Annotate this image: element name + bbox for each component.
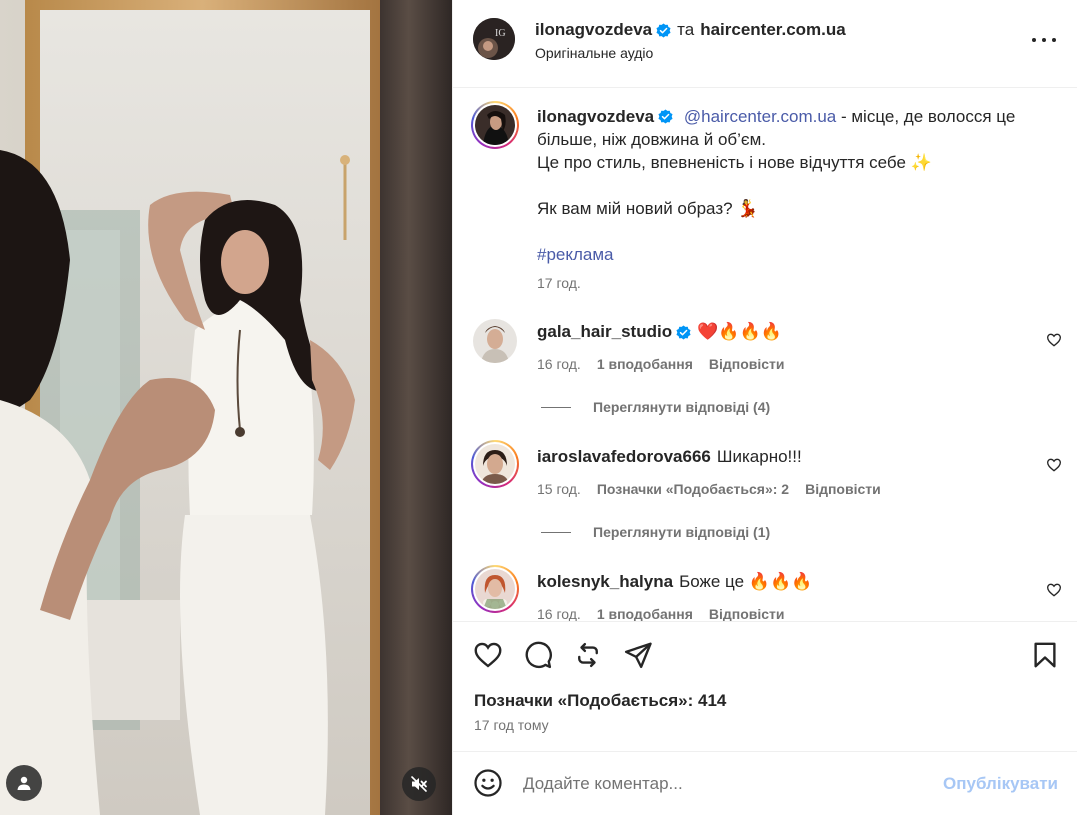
more-options-button[interactable] [1032, 32, 1056, 48]
authors-conjunction: та [677, 20, 695, 39]
comment-likes[interactable]: Позначки «Подобається»: 2 [597, 481, 789, 497]
post-actions: Позначки «Подобається»: 414 17 год тому [453, 621, 1077, 751]
post-header: IG ilonagvozdeva та haircenter.com.ua Ор… [453, 0, 1077, 88]
tag-user-button[interactable] [6, 765, 42, 801]
verified-badge-icon [658, 109, 673, 124]
bookmark-icon[interactable] [1030, 640, 1060, 670]
comment-3-meta: 16 год. 1 вподобання Відповісти [537, 606, 785, 621]
view-replies-button[interactable]: Переглянути відповіді (4) [541, 399, 770, 415]
verified-badge-icon [676, 324, 691, 340]
heart-icon[interactable] [473, 640, 503, 670]
comments-list[interactable]: ilonagvozdeva @haircenter.com.ua - місце… [453, 89, 1077, 621]
reply-button[interactable]: Відповісти [709, 356, 785, 372]
post-video[interactable] [0, 0, 452, 815]
comment-2-line: iaroslavafedorova666 Шикарно!!! [537, 447, 802, 467]
caption-hashtag[interactable]: #реклама [537, 245, 614, 264]
muted-speaker-icon [411, 776, 427, 792]
post-time[interactable]: 17 год тому [474, 717, 549, 733]
comment-3-line: kolesnyk_halyna Боже це 🔥🔥🔥 [537, 572, 812, 592]
comment-text: Боже це 🔥🔥🔥 [679, 572, 813, 591]
comment-username[interactable]: gala_hair_studio [537, 322, 672, 342]
avatar-image: IG [473, 18, 515, 60]
likes-count[interactable]: Позначки «Подобається»: 414 [474, 691, 726, 711]
comment-likes[interactable]: 1 вподобання [597, 606, 693, 621]
view-replies-label: Переглянути відповіді (4) [593, 399, 771, 415]
comment-like-heart-icon[interactable] [1046, 332, 1062, 348]
avatar-image [475, 569, 515, 609]
commenter-avatar[interactable] [471, 565, 519, 613]
comment-icon[interactable] [523, 640, 553, 670]
comment-text: Шикарно!!! [716, 447, 802, 466]
commenter-avatar[interactable] [471, 440, 519, 488]
comment-username[interactable]: iaroslavafedorova666 [537, 447, 711, 467]
add-comment-bar: Опублікувати [453, 751, 1077, 815]
share-icon[interactable] [623, 640, 653, 670]
user-tag-icon [17, 776, 31, 790]
collaborator-username[interactable]: haircenter.com.ua [700, 20, 846, 40]
svg-text:IG: IG [495, 28, 506, 39]
audio-link[interactable]: Оригінальне аудіо [535, 45, 653, 61]
comment-like-heart-icon[interactable] [1046, 457, 1062, 473]
publish-button[interactable]: Опублікувати [943, 774, 1058, 794]
mute-button[interactable] [402, 767, 436, 801]
view-replies-label: Переглянути відповіді (1) [593, 524, 771, 540]
more-options-icon [1032, 38, 1036, 42]
caption-avatar[interactable] [471, 101, 519, 149]
comment-username[interactable]: kolesnyk_halyna [537, 572, 673, 592]
author-username[interactable]: ilonagvozdeva [535, 20, 652, 40]
video-frame [0, 0, 452, 815]
caption-text-line2: Це про стиль, впевненість і нове відчутт… [537, 153, 932, 172]
comment-1-line: gala_hair_studio ❤️🔥🔥🔥 [537, 322, 782, 342]
comment-time[interactable]: 16 год. [537, 356, 581, 372]
caption-text-line3: Як вам мій новий образ? 💃 [537, 199, 759, 218]
post-caption: ilonagvozdeva @haircenter.com.ua - місце… [537, 105, 1047, 295]
commenter-avatar[interactable] [473, 319, 517, 363]
comment-2-meta: 15 год. Позначки «Подобається»: 2 Відпов… [537, 481, 881, 497]
caption-username[interactable]: ilonagvozdeva [537, 107, 654, 126]
reply-button[interactable]: Відповісти [805, 481, 881, 497]
comment-input[interactable] [523, 772, 923, 796]
verified-badge-icon [656, 22, 671, 38]
caption-mention[interactable]: @haircenter.com.ua [684, 107, 836, 126]
comment-text: ❤️🔥🔥🔥 [697, 322, 782, 341]
caption-time[interactable]: 17 год. [537, 272, 1047, 295]
view-replies-button[interactable]: Переглянути відповіді (1) [541, 524, 770, 540]
avatar-image [475, 444, 515, 484]
avatar-image [473, 319, 517, 363]
comment-likes[interactable]: 1 вподобання [597, 356, 693, 372]
post-sidebar: IG ilonagvozdeva та haircenter.com.ua Ор… [452, 0, 1077, 815]
comment-time[interactable]: 15 год. [537, 481, 581, 497]
reply-button[interactable]: Відповісти [709, 606, 785, 621]
author-avatar[interactable]: IG [473, 18, 515, 60]
comment-time[interactable]: 16 год. [537, 606, 581, 621]
repost-icon[interactable] [573, 640, 603, 670]
comment-1-meta: 16 год. 1 вподобання Відповісти [537, 356, 785, 372]
post-authors: ilonagvozdeva та haircenter.com.ua [535, 20, 846, 40]
comment-like-heart-icon[interactable] [1046, 582, 1062, 598]
emoji-icon[interactable] [473, 768, 503, 798]
avatar-image [475, 105, 515, 145]
